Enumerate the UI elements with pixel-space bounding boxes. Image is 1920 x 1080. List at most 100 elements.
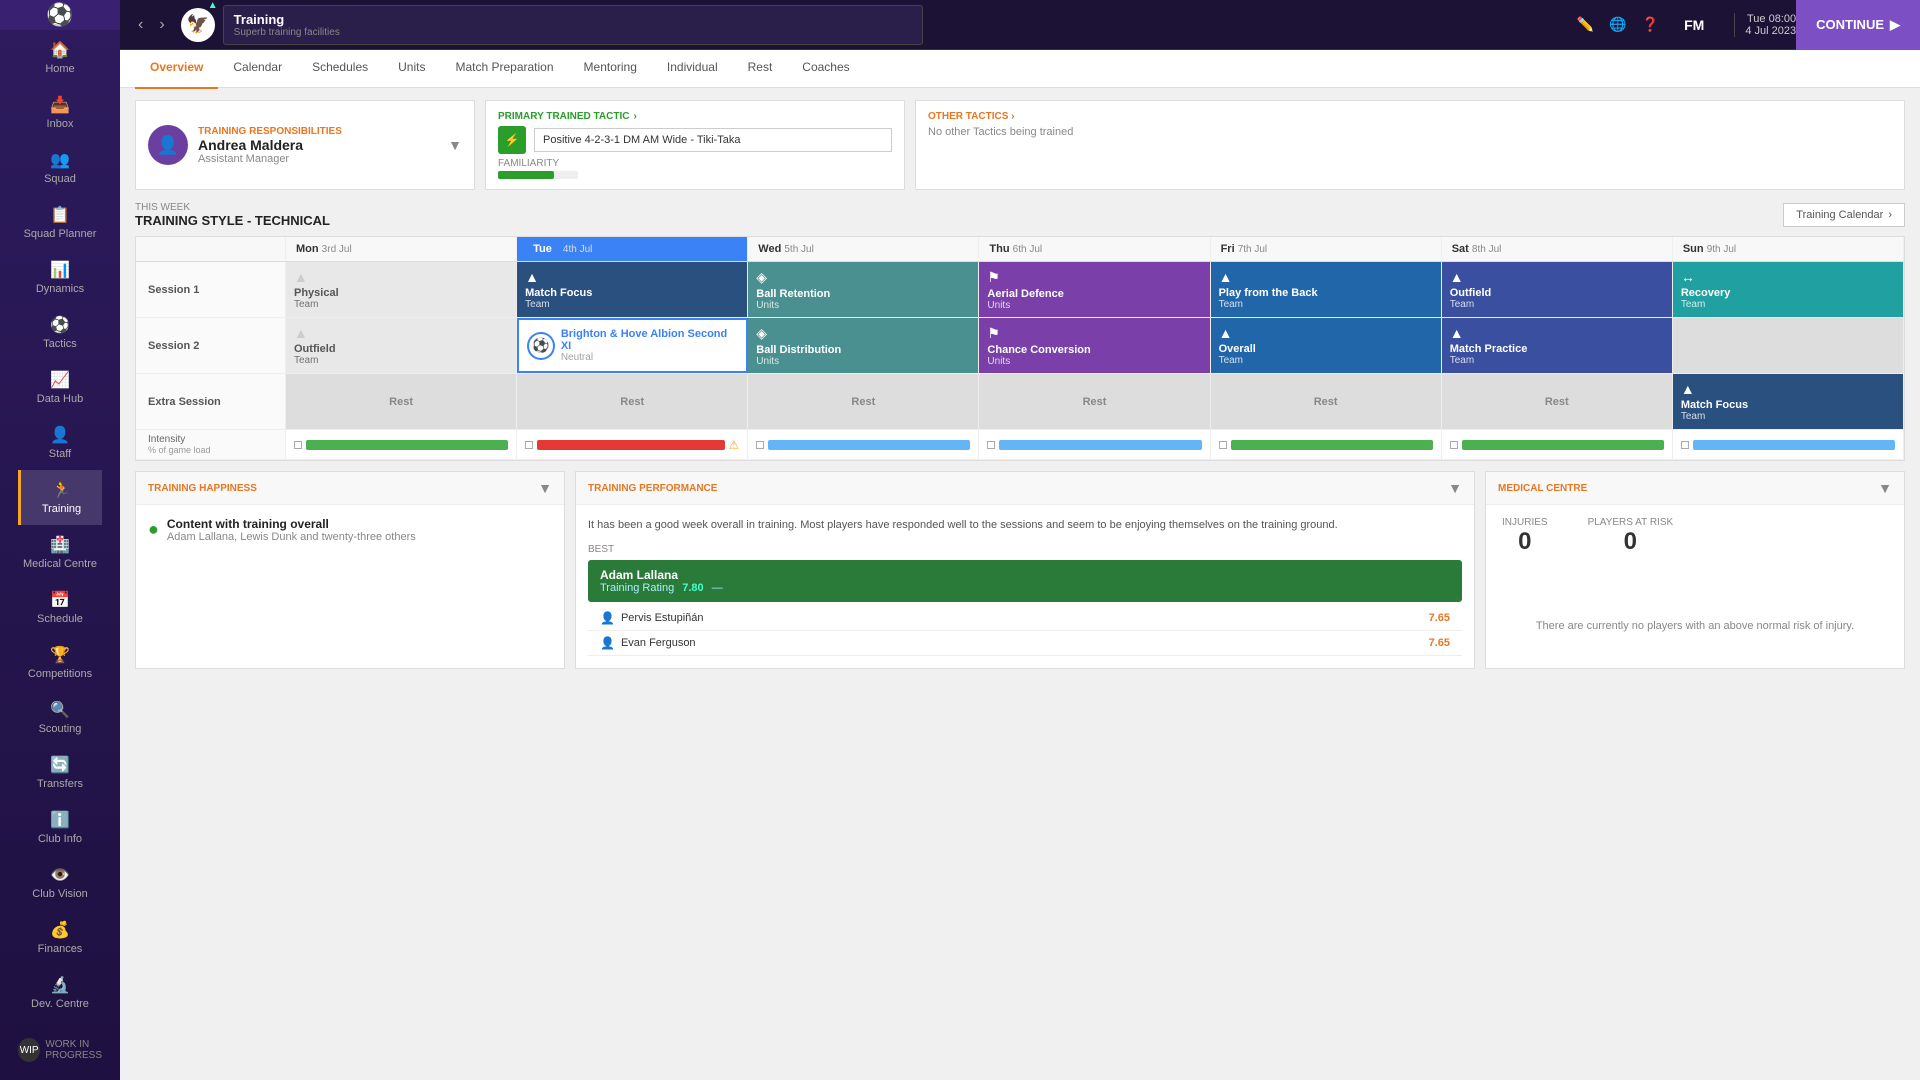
cell-title: Overall [1219, 343, 1433, 355]
sidebar-item-label: Squad [44, 173, 76, 185]
sidebar-item-label: Inbox [47, 118, 74, 130]
sidebar-item-staff[interactable]: 👤Staff [18, 415, 102, 470]
happiness-collapse-button[interactable]: ▼ [538, 480, 552, 496]
continue-button[interactable]: CONTINUE ▶ [1796, 0, 1920, 50]
session2-row: Session 2 ▲ Outfield Team ⚽ Brighton & H… [136, 318, 1904, 374]
sidebar-item-finances[interactable]: 💰Finances [18, 910, 102, 965]
intensity-cell-4 [1211, 430, 1442, 459]
tab-mentoring[interactable]: Mentoring [569, 50, 652, 89]
int-bar [1231, 440, 1433, 450]
tab-schedules[interactable]: Schedules [297, 50, 383, 89]
session2-cell-1[interactable]: ⚽ Brighton & Hove Albion Second XI Neutr… [517, 318, 748, 373]
sidebar-item-medical[interactable]: 🏥Medical Centre [18, 525, 102, 580]
sidebar-item-training[interactable]: 🏃Training [18, 470, 102, 525]
sidebar-item-label: Transfers [37, 778, 83, 790]
session1-cell-2[interactable]: ◈ Ball Retention Units [748, 262, 979, 317]
sidebar-item-squad-planner[interactable]: 📋Squad Planner [18, 195, 102, 250]
tab-rest[interactable]: Rest [733, 50, 788, 89]
session2-cell-0[interactable]: ▲ Outfield Team [286, 318, 517, 373]
day-name: Sat [1452, 243, 1469, 255]
transfers-icon: 🔄 [50, 755, 70, 775]
other-player-row-0[interactable]: 👤 Pervis Estupiñán 7.65 [588, 606, 1462, 631]
tab-individual[interactable]: Individual [652, 50, 733, 89]
club-logo: 🦅 ▲ [181, 8, 215, 42]
cell-sub: Team [1681, 411, 1895, 422]
sidebar-item-data-hub[interactable]: 📈Data Hub [18, 360, 102, 415]
day-name: Fri [1221, 243, 1235, 255]
day-date: 8th Jul [1472, 244, 1501, 255]
session2-cell-4[interactable]: ▲ Overall Team [1211, 318, 1442, 373]
scouting-icon: 🔍 [50, 700, 70, 720]
cell-icon: ▲ [1219, 269, 1433, 285]
tactic-select-row: ⚡ Positive 4-2-3-1 DM AM Wide - Tiki-Tak… [498, 126, 892, 154]
intensity-sublabel: % of game load [148, 445, 273, 455]
data-hub-icon: 📈 [50, 370, 70, 390]
sidebar-item-squad[interactable]: 👥Squad [18, 140, 102, 195]
inbox-icon: 📥 [50, 95, 70, 115]
medical-label[interactable]: MEDICAL CENTRE [1498, 483, 1587, 494]
training-calendar-button[interactable]: Training Calendar › [1783, 203, 1905, 227]
sidebar-item-dynamics[interactable]: 📊Dynamics [18, 250, 102, 305]
tab-match-prep[interactable]: Match Preparation [440, 50, 568, 89]
happiness-title: Content with training overall [167, 517, 416, 531]
sidebar-item-club-vision[interactable]: 👁️Club Vision [18, 855, 102, 910]
session1-cell-0[interactable]: ▲ Physical Team [286, 262, 517, 317]
sidebar-item-dev-centre[interactable]: 🔬Dev. Centre [18, 965, 102, 1020]
extra-cell-1[interactable]: Rest [517, 374, 748, 429]
resp-dropdown-icon[interactable]: ▼ [448, 137, 462, 153]
extra-cell-2[interactable]: Rest [748, 374, 979, 429]
extra-cell-4[interactable]: Rest [1211, 374, 1442, 429]
cell-title: Match Focus [1681, 399, 1895, 411]
edit-icon[interactable]: ✏️ [1577, 16, 1594, 33]
sidebar-item-schedule[interactable]: 📅Schedule [18, 580, 102, 635]
sidebar-item-competitions[interactable]: 🏆Competitions [18, 635, 102, 690]
nav-back-button[interactable]: ‹ [130, 11, 151, 39]
session2-cell-3[interactable]: ⚑ Chance Conversion Units [979, 318, 1210, 373]
sidebar-item-transfers[interactable]: 🔄 Transfers [18, 745, 102, 800]
cell-sub: Team [1450, 355, 1664, 366]
extra-cell-5[interactable]: Rest [1442, 374, 1673, 429]
other-player-row-1[interactable]: 👤 Evan Ferguson 7.65 [588, 631, 1462, 656]
happiness-label[interactable]: TRAINING HAPPINESS [148, 483, 257, 494]
top-panels: 👤 TRAINING RESPONSIBILITIES Andrea Malde… [135, 100, 1905, 190]
session2-cell-2[interactable]: ◈ Ball Distribution Units [748, 318, 979, 373]
injuries-label: INJURIES [1502, 517, 1548, 528]
session1-cell-3[interactable]: ⚑ Aerial Defence Units [979, 262, 1210, 317]
sidebar-item-club-info[interactable]: ℹ️Club Info [18, 800, 102, 855]
cell-sub: Team [1219, 355, 1433, 366]
medical-collapse-button[interactable]: ▼ [1878, 480, 1892, 496]
globe-icon[interactable]: 🌐 [1609, 16, 1626, 33]
player-icon: 👤 [600, 611, 615, 625]
sidebar-item-home[interactable]: 🏠Home [18, 30, 102, 85]
session1-cell-1[interactable]: ▲ Match Focus Team [517, 262, 748, 317]
performance-label[interactable]: TRAINING PERFORMANCE [588, 483, 717, 494]
sidebar-item-inbox[interactable]: 📥 Inbox [18, 85, 102, 140]
other-tactics-arrow-icon[interactable]: › [1011, 111, 1014, 122]
session1-cell-5[interactable]: ▲ Outfield Team [1442, 262, 1673, 317]
sidebar-item-scouting[interactable]: 🔍Scouting [18, 690, 102, 745]
extra-cell-0[interactable]: Rest [286, 374, 517, 429]
session1-cell-4[interactable]: ▲ Play from the Back Team [1211, 262, 1442, 317]
tab-calendar[interactable]: Calendar [218, 50, 297, 89]
session1-cell-6[interactable]: ↔ Recovery Team [1673, 262, 1904, 317]
tab-overview[interactable]: Overview [135, 50, 218, 89]
session2-cell-5[interactable]: ▲ Match Practice Team [1442, 318, 1673, 373]
tactic-icon: ⚡ [498, 126, 526, 154]
best-player-row[interactable]: Adam Lallana Training Rating 7.80 — [588, 560, 1462, 602]
finances-icon: 💰 [50, 920, 70, 940]
intensity-cell-1: ⚠ [517, 430, 748, 459]
responsibilities-panel: 👤 TRAINING RESPONSIBILITIES Andrea Malde… [135, 100, 475, 190]
session2-cell-6[interactable] [1673, 318, 1904, 373]
nav-forward-button[interactable]: › [151, 11, 172, 39]
performance-collapse-button[interactable]: ▼ [1448, 480, 1462, 496]
help-icon[interactable]: ❓ [1642, 16, 1659, 33]
sidebar-item-tactics[interactable]: ⚽Tactics [18, 305, 102, 360]
extra-cell-6[interactable]: ▲ Match Focus Team [1673, 374, 1904, 429]
primary-tactic-arrow-icon[interactable]: › [633, 111, 636, 122]
content-area: 👤 TRAINING RESPONSIBILITIES Andrea Malde… [120, 88, 1920, 1080]
tab-units[interactable]: Units [383, 50, 440, 89]
int-bar [1693, 440, 1895, 450]
extra-cell-3[interactable]: Rest [979, 374, 1210, 429]
tactic-dropdown[interactable]: Positive 4-2-3-1 DM AM Wide - Tiki-Taka [534, 128, 892, 152]
tab-coaches[interactable]: Coaches [787, 50, 864, 89]
